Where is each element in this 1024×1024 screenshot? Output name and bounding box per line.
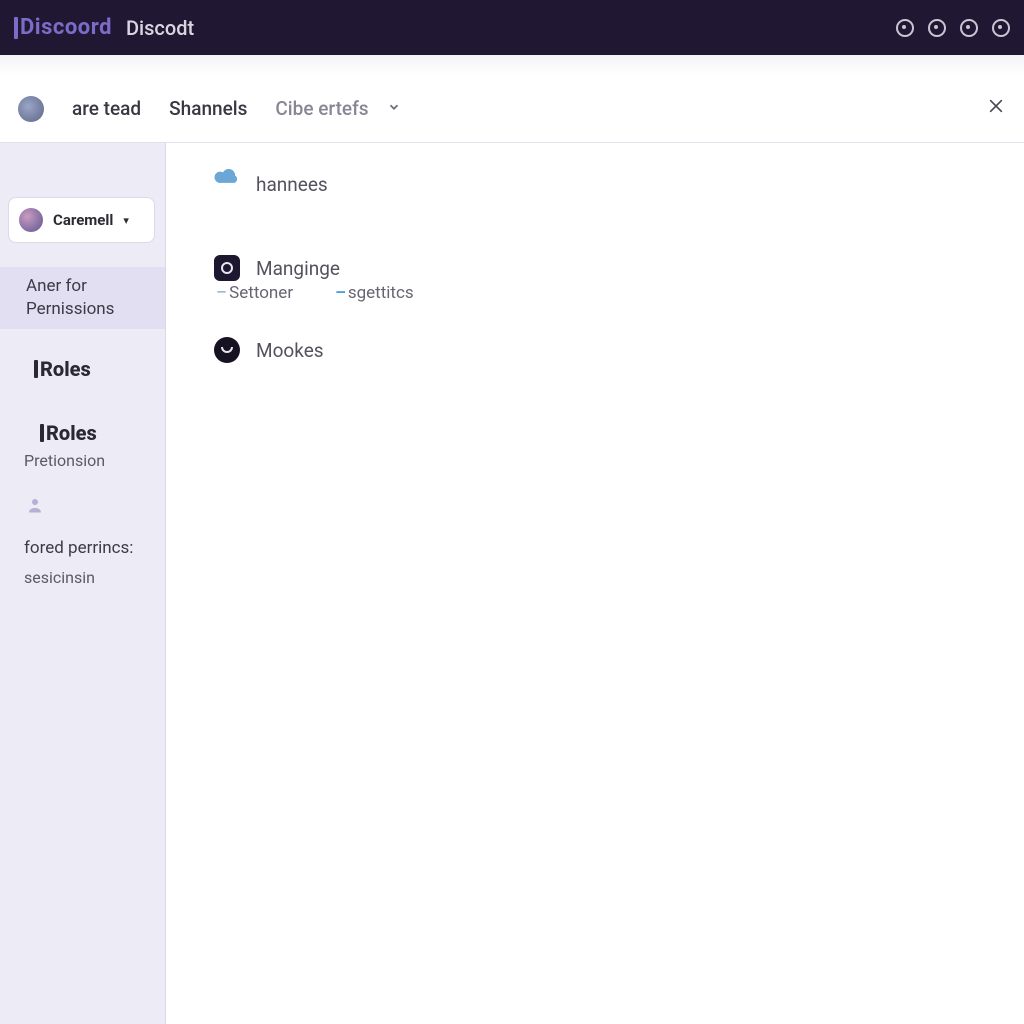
app-logo-text: Discoord [20, 15, 112, 40]
breadcrumb-item-3[interactable]: Cibe ertefs [275, 97, 368, 120]
breadcrumb-item-2[interactable]: Shannels [169, 97, 247, 120]
user-name: Caremell [53, 211, 113, 229]
person-icon [26, 496, 44, 514]
breadcrumb-bar: are tead Shannels Cibe ertefs [0, 75, 1024, 143]
sidebar-item-sesic[interactable]: sesicinsin [0, 568, 165, 597]
main-region: Caremell ▾ Aner for Pernissions Roles Ro… [0, 143, 1024, 1024]
sidebar-item-roles[interactable]: Roles [0, 411, 165, 449]
avatar [19, 208, 43, 232]
chevron-down-icon[interactable] [387, 99, 401, 118]
sidebar-item-label: Pernissions [26, 298, 147, 321]
cloud-icon [214, 165, 240, 191]
section-manage[interactable]: Manginge [214, 255, 1024, 281]
close-icon[interactable] [986, 96, 1006, 122]
section-label: Mookes [256, 339, 324, 362]
tab-sgettits[interactable]: sgettitcs [335, 283, 414, 303]
clock-icon[interactable] [960, 19, 978, 37]
top-app-bar: Discoord Discodt [0, 0, 1024, 55]
app-window-title: Discodt [126, 16, 194, 40]
section-label: Manginge [256, 257, 340, 280]
sidebar-item-permissions[interactable]: Aner for Pernissions [0, 267, 165, 329]
user-selector[interactable]: Caremell ▾ [8, 197, 155, 243]
section-channels[interactable]: hannees [214, 171, 1024, 197]
settings-sidebar: Caremell ▾ Aner for Pernissions Roles Ro… [0, 143, 166, 1024]
sidebar-item-ored[interactable]: fored perrincs: [0, 536, 165, 568]
tab-settoner[interactable]: Settoner [216, 283, 293, 303]
section-label: hannees [256, 173, 328, 196]
server-icon[interactable] [18, 96, 44, 122]
settings-icon[interactable] [992, 19, 1010, 37]
sidebar-item-pretionsion[interactable]: Pretionsion [0, 449, 165, 480]
sidebar-item-label: Aner for [26, 275, 147, 298]
topbar-shadow [0, 55, 1024, 75]
sidebar-person-icon-row [0, 480, 165, 518]
topbar-icon-group [896, 19, 1010, 37]
gear-icon [214, 255, 240, 281]
chevron-down-icon: ▾ [123, 214, 129, 227]
manage-subtabs: Settoner sgettitcs [216, 283, 1024, 303]
sidebar-heading-roles: Roles [0, 329, 165, 385]
refresh-icon[interactable] [928, 19, 946, 37]
section-mookes[interactable]: Mookes [214, 337, 1024, 363]
breadcrumb-item-1[interactable]: are tead [72, 97, 141, 120]
globe-icon[interactable] [896, 19, 914, 37]
content-area: hannees Manginge Settoner sgettitcs Mook… [166, 143, 1024, 1024]
emoji-icon [214, 337, 240, 363]
app-logo[interactable]: Discoord [14, 15, 112, 40]
